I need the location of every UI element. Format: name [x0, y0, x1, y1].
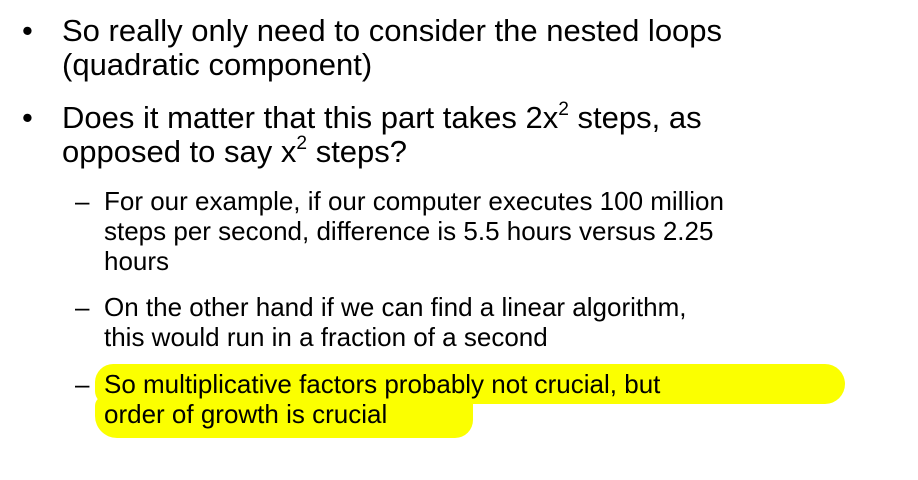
bullet-line: (quadratic component) [62, 47, 373, 82]
slide: • So really only need to consider the ne… [0, 0, 918, 480]
bullet-line: So really only need to consider the nest… [62, 13, 723, 48]
sub-bullet-line: steps per second, difference is 5.5 hour… [104, 216, 714, 246]
bullet-text: Does it matter that this part takes 2x2 … [62, 98, 882, 169]
superscript: 2 [558, 98, 569, 120]
sub-bullet-line: hours [104, 246, 170, 276]
bullet-line: opposed to say x2 steps? [62, 132, 408, 169]
bullet-nested-loops: • So really only need to consider the ne… [22, 14, 882, 84]
sub-bullet-example: – For our example, if our computer execu… [75, 186, 885, 278]
sub-bullet-line: this would run in a fraction of a second [104, 322, 548, 352]
dash-icon: – [75, 186, 90, 216]
bullet-does-it-matter: • Does it matter that this part takes 2x… [22, 98, 882, 171]
sub-bullet-text: So multiplicative factors probably not c… [104, 369, 884, 429]
dash-icon: – [75, 292, 90, 322]
sub-bullet-text: For our example, if our computer execute… [104, 186, 884, 276]
dash-icon: – [75, 369, 90, 399]
sub-bullet-growth-highlighted: – So multiplicative factors probably not… [75, 369, 885, 431]
bullet-dot-icon: • [22, 13, 33, 48]
sub-bullet-line: order of growth is crucial [104, 399, 388, 429]
bullet-line: Does it matter that this part takes 2x2 … [62, 98, 702, 135]
sub-bullet-text: On the other hand if we can find a linea… [104, 292, 884, 352]
superscript: 2 [296, 132, 308, 154]
sub-bullet-line: For our example, if our computer execute… [104, 186, 724, 216]
bullet-dot-icon: • [22, 100, 33, 135]
sub-bullet-linear: – On the other hand if we can find a lin… [75, 292, 885, 354]
bullet-text: So really only need to consider the nest… [62, 14, 882, 82]
sub-bullet-line: So multiplicative factors probably not c… [104, 369, 661, 399]
sub-bullet-line: On the other hand if we can find a linea… [104, 292, 687, 322]
